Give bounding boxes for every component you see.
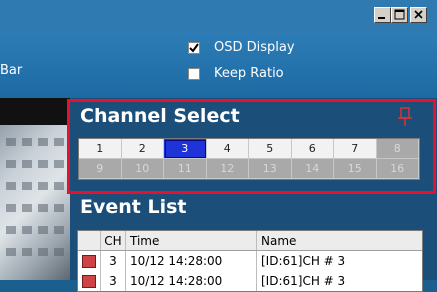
osd-display-checkbox[interactable] [188, 41, 200, 54]
cell-ch: 3 [101, 271, 126, 291]
close-button[interactable] [410, 7, 427, 23]
event-list-title: Event List [80, 196, 187, 218]
cell-time: 10/12 14:28:00 [126, 251, 257, 271]
toolbar-label: Bar [0, 63, 23, 78]
event-icon-cell [78, 271, 101, 291]
table-row[interactable]: 3 10/12 14:28:00 [ID:61]CH # 3 [78, 271, 422, 291]
cell-name: [ID:61]CH # 3 [261, 254, 346, 268]
icon-column-header [78, 231, 101, 250]
event-table: CH Time Name 3 10/12 14:28:00 [ID:61]CH … [77, 230, 423, 292]
maximize-icon [394, 9, 405, 20]
event-icon [82, 274, 96, 288]
osd-display-option[interactable]: OSD Display [188, 40, 295, 55]
title-bar [0, 0, 437, 34]
keep-ratio-option[interactable]: Keep Ratio [188, 66, 284, 81]
column-header-time[interactable]: Time [126, 231, 257, 250]
table-header: CH Time Name [78, 231, 422, 251]
keep-ratio-checkbox[interactable] [188, 67, 200, 80]
checkmark-icon [189, 42, 199, 53]
column-header-ch[interactable]: CH [101, 231, 126, 250]
highlight-box [67, 99, 436, 194]
minimize-button[interactable] [374, 7, 391, 23]
column-header-name[interactable]: Name [257, 231, 422, 250]
close-icon [414, 10, 423, 19]
maximize-button[interactable] [391, 7, 408, 23]
building-image [6, 138, 64, 256]
table-row[interactable]: 3 10/12 14:28:00 [ID:61]CH # 3 [78, 251, 422, 271]
minimize-icon [378, 17, 385, 19]
osd-display-label: OSD Display [214, 40, 295, 55]
event-icon [82, 254, 96, 268]
cell-ch: 3 [101, 251, 126, 271]
cell-time: 10/12 14:28:00 [126, 271, 257, 291]
video-preview [0, 98, 70, 280]
keep-ratio-label: Keep Ratio [214, 66, 284, 81]
event-icon-cell [78, 251, 101, 271]
video-header-bar [0, 98, 70, 125]
cell-name: [ID:61]CH # 3 [261, 274, 346, 288]
